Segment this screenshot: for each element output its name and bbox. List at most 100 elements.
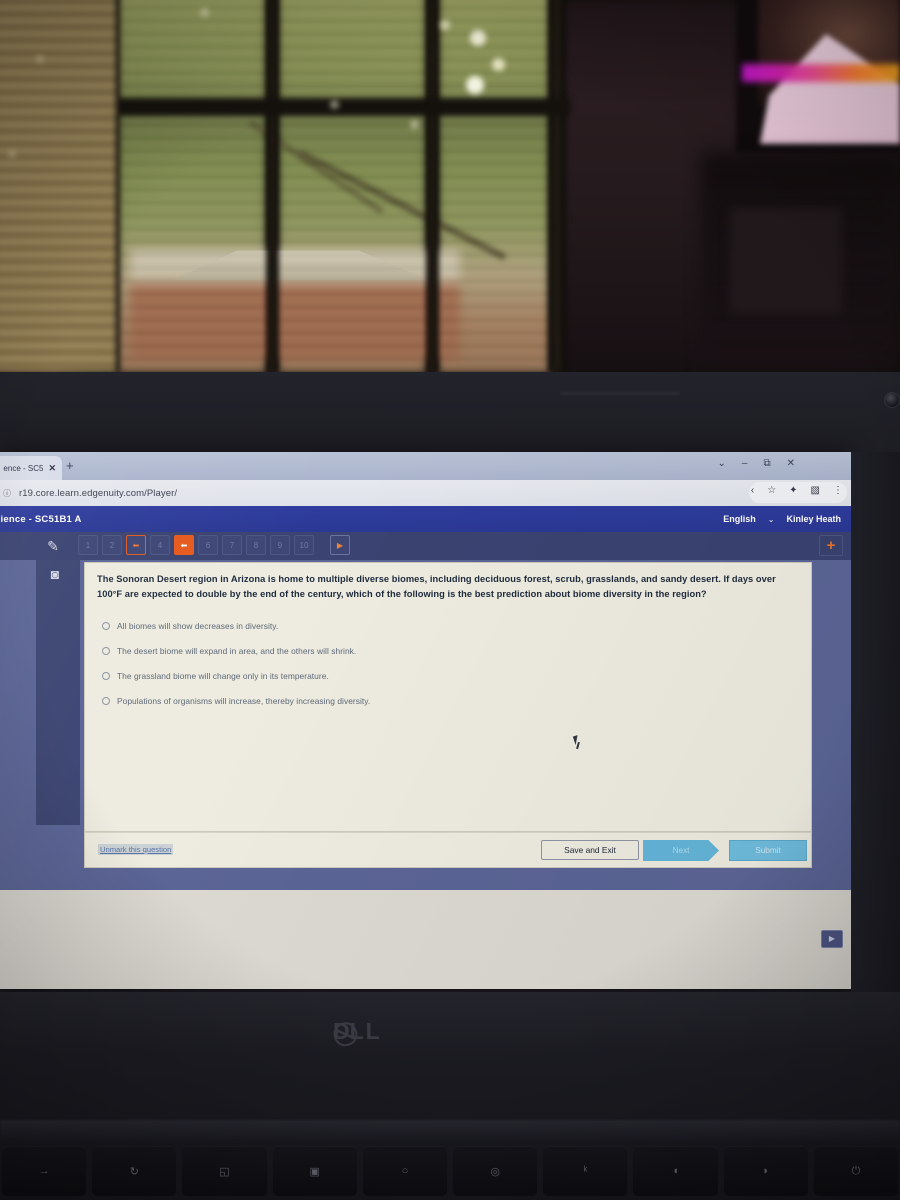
window-mullion bbox=[548, 0, 566, 372]
light-bokeh bbox=[492, 58, 505, 71]
light-bokeh bbox=[8, 150, 16, 158]
question-button[interactable]: 7 bbox=[222, 535, 242, 555]
page-next-arrow-button[interactable]: ▶ bbox=[821, 930, 843, 948]
key-volume-down[interactable]: ◖ bbox=[633, 1146, 718, 1196]
light-bokeh bbox=[200, 8, 209, 17]
side-panel-icon[interactable]: ▧ bbox=[811, 485, 820, 496]
webcam-icon bbox=[884, 392, 900, 408]
key-reload[interactable]: ↻ bbox=[92, 1146, 177, 1196]
browser-tab-strip: ence - SC5 ✕ + ⌄ – ⧉ ✕ bbox=[0, 452, 851, 480]
question-button[interactable]: 9 bbox=[270, 535, 290, 555]
submit-button[interactable]: Submit bbox=[729, 840, 807, 861]
answer-option[interactable]: The desert biome will expand in area, an… bbox=[102, 638, 811, 663]
course-title: tal Science - SC51B1 A bbox=[0, 513, 82, 525]
question-button[interactable]: 4 bbox=[150, 535, 170, 555]
header-right-controls: English ⌄ Kinley Heath bbox=[723, 506, 841, 532]
key-tab[interactable]: → bbox=[2, 1146, 87, 1196]
tv-caption-overlay bbox=[742, 64, 900, 82]
blind-slats bbox=[438, 0, 550, 372]
question-button[interactable]: 2 bbox=[102, 535, 122, 555]
key-power[interactable]: ⏻ bbox=[813, 1146, 899, 1196]
light-bokeh bbox=[466, 76, 484, 94]
radio-button-icon[interactable] bbox=[102, 671, 110, 680]
unmark-question-link[interactable]: Unmark this question bbox=[98, 844, 174, 855]
light-bokeh bbox=[36, 55, 44, 63]
browser-tab[interactable]: ence - SC5 ✕ bbox=[0, 456, 62, 480]
answer-option[interactable]: All biomes will show decreases in divers… bbox=[102, 613, 811, 638]
window-mullion bbox=[426, 0, 439, 372]
photograph-of-laptop: ence - SC5 ✕ + ⌄ – ⧉ ✕ ⓘ r19.core.learn.… bbox=[0, 0, 900, 1200]
save-and-exit-button[interactable]: Save and Exit bbox=[541, 840, 639, 860]
key-overview[interactable]: ▣ bbox=[272, 1146, 357, 1196]
language-label[interactable]: English bbox=[723, 514, 756, 524]
key-mute[interactable]: ᵏ bbox=[543, 1146, 628, 1196]
radio-button-icon[interactable] bbox=[102, 696, 110, 705]
toolbar-next-icon[interactable]: ▶ bbox=[330, 535, 350, 555]
question-card: The Sonoran Desert region in Arizona is … bbox=[84, 562, 812, 832]
close-window-button[interactable]: ✕ bbox=[787, 458, 795, 469]
answer-option-label: The grassland biome will change only in … bbox=[117, 670, 329, 681]
answer-option[interactable]: The grassland biome will change only in … bbox=[102, 663, 811, 688]
bookmark-star-icon[interactable]: ☆ bbox=[767, 485, 776, 496]
blind-slats bbox=[118, 0, 266, 372]
browser-action-icons: ‹ ☆ ✦ ▧ ⋮ bbox=[751, 485, 843, 496]
browser-omnibox[interactable]: ⓘ r19.core.learn.edgenuity.com/Player/ ‹… bbox=[0, 480, 851, 506]
chevron-down-icon[interactable]: ⌄ bbox=[768, 515, 775, 524]
bezel-detail bbox=[560, 392, 680, 395]
answer-options-list: All biomes will show decreases in divers… bbox=[85, 613, 811, 713]
question-button[interactable]: 8 bbox=[246, 535, 266, 555]
headphones-icon[interactable]: ◙ bbox=[44, 564, 66, 584]
address-bar-url[interactable]: r19.core.learn.edgenuity.com/Player/ bbox=[19, 488, 177, 499]
blind-slats bbox=[278, 0, 426, 372]
restore-button[interactable]: ⧉ bbox=[763, 458, 770, 469]
keyboard-lip bbox=[0, 1120, 900, 1142]
window-mullion bbox=[266, 0, 279, 372]
course-header: tal Science - SC51B1 A English ⌄ Kinley … bbox=[0, 506, 851, 532]
light-bokeh bbox=[410, 120, 419, 129]
user-name[interactable]: Kinley Heath bbox=[786, 514, 841, 524]
key-fullscreen[interactable]: ◱ bbox=[182, 1146, 267, 1196]
question-button-current[interactable]: ⬅ bbox=[174, 535, 194, 555]
radio-button-icon[interactable] bbox=[102, 621, 110, 630]
chevron-down-icon[interactable]: ⌄ bbox=[718, 458, 726, 469]
question-button-marked[interactable]: ⬅ bbox=[126, 535, 146, 555]
light-bokeh bbox=[330, 100, 339, 109]
radio-button-icon[interactable] bbox=[102, 646, 110, 655]
question-text: The Sonoran Desert region in Arizona is … bbox=[97, 574, 776, 600]
extensions-puzzle-icon[interactable]: ✦ bbox=[789, 485, 797, 496]
window-blinds bbox=[0, 0, 116, 372]
room-background bbox=[0, 0, 900, 372]
laptop-screen: ence - SC5 ✕ + ⌄ – ⧉ ✕ ⓘ r19.core.learn.… bbox=[0, 452, 851, 989]
answer-option-label: Populations of organisms will increase, … bbox=[117, 695, 371, 706]
answer-option[interactable]: Populations of organisms will increase, … bbox=[102, 688, 811, 713]
window-controls: ⌄ – ⧉ ✕ bbox=[718, 458, 795, 469]
new-tab-button[interactable]: + bbox=[66, 459, 74, 472]
close-icon[interactable]: ✕ bbox=[48, 463, 56, 474]
question-button[interactable]: 10 bbox=[294, 535, 314, 555]
share-icon[interactable]: ‹ bbox=[751, 485, 754, 496]
question-button[interactable]: 6 bbox=[198, 535, 218, 555]
key-volume-up[interactable]: ◗ bbox=[723, 1146, 808, 1196]
light-bokeh bbox=[470, 30, 486, 46]
key-brightness-down[interactable]: ○ bbox=[362, 1146, 448, 1196]
highlighter-pencil-icon[interactable]: ✎ bbox=[42, 536, 64, 556]
tab-title: ence - SC5 bbox=[3, 463, 44, 473]
television bbox=[736, 0, 900, 152]
dark-furniture bbox=[730, 208, 842, 313]
dell-logo: D⃠LL bbox=[333, 1018, 382, 1044]
page-info-icon[interactable]: ⓘ bbox=[3, 488, 11, 499]
question-button[interactable]: 1 bbox=[78, 535, 98, 555]
tools-sidebar bbox=[36, 560, 80, 825]
question-button-group: 1 2 ⬅ 4 ⬅ 6 7 8 9 10 ▶ bbox=[78, 535, 350, 555]
right-bezel bbox=[851, 452, 900, 992]
add-note-plus-button[interactable]: + bbox=[819, 535, 843, 556]
answer-option-label: The desert biome will expand in area, an… bbox=[117, 645, 357, 656]
next-button[interactable]: Next bbox=[643, 840, 719, 861]
key-brightness-up[interactable]: ◎ bbox=[453, 1146, 538, 1196]
answer-option-label: All biomes will show decreases in divers… bbox=[117, 620, 279, 631]
activity-footer: Unmark this question Save and Exit Next … bbox=[84, 832, 812, 868]
keyboard-function-row: → ↻ ◱ ▣ ○ ◎ ᵏ ◖ ◗ ⏻ bbox=[0, 1146, 900, 1200]
light-bokeh bbox=[440, 20, 450, 30]
minimize-button[interactable]: – bbox=[742, 458, 748, 469]
browser-menu-icon[interactable]: ⋮ bbox=[833, 485, 843, 496]
